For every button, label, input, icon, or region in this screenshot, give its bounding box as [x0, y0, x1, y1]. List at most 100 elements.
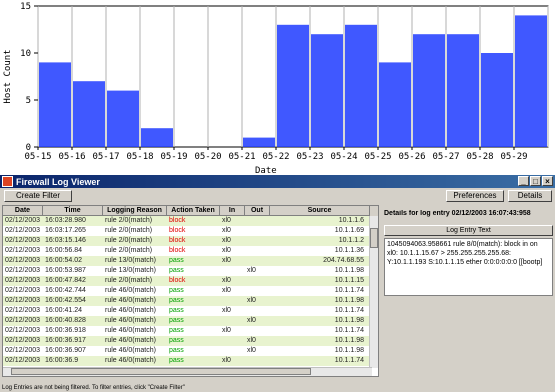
table-cell: rule 46/0(match)	[105, 337, 156, 344]
table-cell: block	[169, 217, 186, 224]
table-cell: 02/12/2003	[5, 297, 41, 304]
firewall-log-viewer-window: Firewall Log Viewer _ □ × Create Filter …	[0, 174, 555, 392]
x-tick-label: 05-28	[466, 152, 493, 162]
table-row[interactable]: 02/12/2003 16:00:54.02 rule 13/0(match) pas…	[3, 256, 378, 266]
column-header[interactable]: Time	[43, 206, 103, 216]
table-row[interactable]: 02/12/2003 16:00:36.918 rule 46/0(match) pa…	[3, 326, 378, 336]
details-button[interactable]: Details	[508, 190, 552, 202]
data-bar	[243, 137, 275, 147]
column-header[interactable]: Date	[3, 206, 43, 216]
table-vertical-scrollbar[interactable]	[369, 216, 378, 368]
x-tick-label: 05-20	[194, 152, 221, 162]
table-cell: 02/12/2003	[5, 327, 41, 334]
table-header: Date Time Logging Reason Action Taken In Out S…	[3, 206, 378, 216]
y-tick-label: 5	[26, 96, 31, 106]
table-row[interactable]: 02/12/2003 16:00:36.9 rule 46/0(match) pass…	[3, 356, 378, 366]
create-filter-button[interactable]: Create Filter	[4, 190, 72, 202]
table-cell: rule 2/0(match)	[105, 227, 153, 234]
log-entry-text[interactable]: 1045094063.958661 rule 8/0(match): block…	[384, 238, 553, 296]
table-row[interactable]: 02/12/2003 16:03:28.980 rule 2/0(match) blo…	[3, 216, 378, 226]
table-cell: xl0	[222, 277, 231, 284]
table-cell: xl0	[222, 357, 231, 364]
table-cell: block	[169, 237, 186, 244]
table-cell: xl0	[222, 247, 231, 254]
preferences-button[interactable]: Preferences	[446, 190, 504, 202]
table-row[interactable]: 02/12/2003 16:00:41.24 rule 46/0(match) pas…	[3, 306, 378, 316]
table-cell: 02/12/2003	[5, 247, 41, 254]
table-row[interactable]: 02/12/2003 16:00:56.84 rule 2/0(match) bloc…	[3, 246, 378, 256]
table-cell: 02/12/2003	[5, 237, 41, 244]
table-cell: 02/12/2003	[5, 287, 41, 294]
table-cell: 16:00:54.02	[45, 257, 82, 264]
table-cell	[245, 226, 270, 236]
table-cell: 10.1.1.69	[334, 227, 364, 234]
column-header[interactable]: Logging Reason	[103, 206, 167, 216]
table-cell: 16:00:36.918	[45, 327, 86, 334]
minimize-button[interactable]: _	[518, 176, 529, 186]
table-row[interactable]: 02/12/2003 16:03:17.265 rule 2/0(match) blo…	[3, 226, 378, 236]
table-cell: 02/12/2003	[5, 347, 41, 354]
table-cell: xl0	[247, 297, 256, 304]
table-cell: 16:00:47.842	[45, 277, 86, 284]
data-bar	[73, 81, 105, 147]
window-titlebar[interactable]: Firewall Log Viewer _ □ ×	[0, 175, 555, 188]
column-header[interactable]: Out	[245, 206, 270, 216]
table-row[interactable]: 02/12/2003 16:00:36.907 rule 46/0(match) pa…	[3, 346, 378, 356]
table-cell: xl0	[222, 307, 231, 314]
x-tick-label: 05-24	[330, 152, 357, 162]
table-cell: block	[169, 277, 186, 284]
y-axis-title: Host Count	[3, 49, 13, 103]
x-tick-label: 05-25	[364, 152, 391, 162]
host-count-chart: 0 5 10 15 Host Count 05-15 05-16 05-17 05-18 05-1…	[0, 0, 555, 174]
data-bar	[447, 34, 479, 148]
table-cell: rule 13/0(match)	[105, 257, 156, 264]
status-bar-text: Log Entries are not being filtered. To f…	[2, 385, 185, 391]
table-row[interactable]: 02/12/2003 16:00:42.744 rule 46/0(match) pa…	[3, 286, 378, 296]
column-header[interactable]: Source	[270, 206, 370, 216]
table-cell: pass	[169, 267, 184, 274]
data-bar	[107, 90, 139, 147]
table-cell: pass	[169, 317, 184, 324]
x-tick-label: 05-19	[160, 152, 187, 162]
table-cell: xl0	[222, 237, 231, 244]
table-cell	[220, 336, 245, 346]
x-tick-label: 05-18	[126, 152, 153, 162]
close-button[interactable]: ×	[542, 176, 553, 186]
table-cell: 02/12/2003	[5, 267, 41, 274]
table-row[interactable]: 02/12/2003 16:00:36.917 rule 46/0(match) pa…	[3, 336, 378, 346]
table-row[interactable]: 02/12/2003 16:00:42.554 rule 46/0(match) pa…	[3, 296, 378, 306]
table-cell	[245, 326, 270, 336]
x-tick-label: 05-16	[58, 152, 85, 162]
table-cell: rule 46/0(match)	[105, 357, 156, 364]
maximize-button[interactable]: □	[530, 176, 541, 186]
table-cell: 16:00:36.9	[45, 357, 79, 364]
table-horizontal-scrollbar[interactable]	[3, 367, 372, 376]
table-cell: pass	[169, 307, 184, 314]
table-cell: 10.1.1.15	[334, 277, 364, 284]
table-cell: 02/12/2003	[5, 277, 41, 284]
table-row[interactable]: 02/12/2003 16:00:53.987 rule 13/0(match) pa…	[3, 266, 378, 276]
x-tick-label: 05-29	[500, 152, 527, 162]
column-header[interactable]: Action Taken	[167, 206, 220, 216]
table-cell: 16:00:42.554	[45, 297, 86, 304]
column-header[interactable]: In	[220, 206, 245, 216]
table-cell: rule 46/0(match)	[105, 327, 156, 334]
table-row[interactable]: 02/12/2003 16:00:40.828 rule 46/0(match) pa…	[3, 316, 378, 326]
vertical-scroll-thumb[interactable]	[370, 228, 378, 248]
data-bar	[481, 53, 513, 147]
table-cell: 16:00:36.907	[45, 347, 86, 354]
table-cell: pass	[169, 287, 184, 294]
details-panel: Details for log entry 02/12/2003 16:07:4…	[384, 205, 553, 377]
table-cell	[245, 216, 270, 226]
table-cell: rule 2/0(match)	[105, 217, 153, 224]
table-row[interactable]: 02/12/2003 16:00:47.842 rule 2/0(match) blo…	[3, 276, 378, 286]
table-cell: 204.74.68.55	[323, 257, 364, 264]
horizontal-scroll-thumb[interactable]	[11, 368, 311, 375]
table-cell: xl0	[247, 337, 256, 344]
table-cell: 16:00:53.987	[45, 267, 86, 274]
table-cell: 10.1.1.74	[334, 357, 364, 364]
table-cell: 10.1.1.98	[334, 337, 364, 344]
table-row[interactable]: 02/12/2003 16:03:15.146 rule 2/0(match) blo…	[3, 236, 378, 246]
x-tick-label: 05-15	[24, 152, 51, 162]
table-cell	[220, 266, 245, 276]
